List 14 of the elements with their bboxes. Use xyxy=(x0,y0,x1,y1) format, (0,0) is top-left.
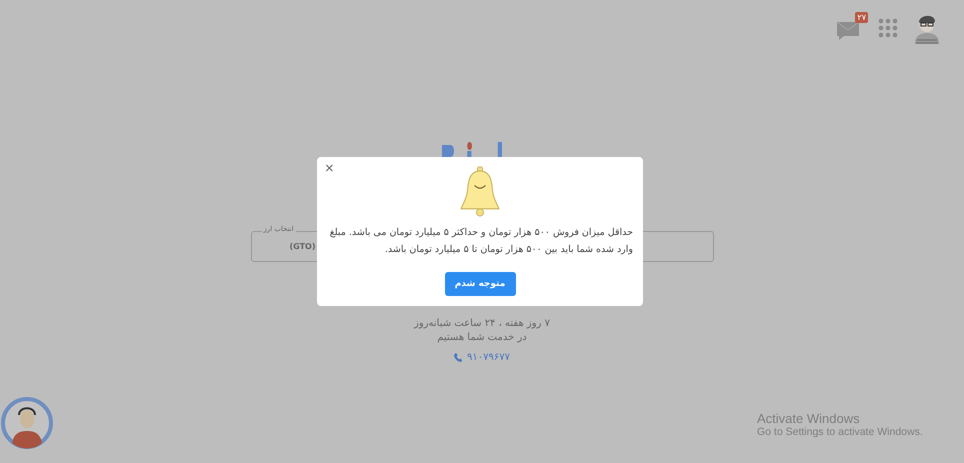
close-button[interactable]: × xyxy=(323,160,336,177)
phone-link[interactable]: ۹۱۰۷۹۶۷۷ xyxy=(454,352,510,363)
activation-title: Activate Windows xyxy=(757,411,861,426)
dialog-message: حداقل میزان فروش ۵۰۰ هزار تومان و حداکثر ۵ میلیارد تومان می باشد. مبلغ وارد شده شما باید بین ۵۰۰ هزار تومان تا ۵ میلیارد تومان باشد. xyxy=(328,226,633,258)
support-text: ۷ روز هفته ، ۲۴ ساعت شبانه‌روز xyxy=(414,318,550,329)
confirm-button[interactable]: متوجه شدم xyxy=(444,272,516,296)
support-text: در خدمت شما هستیم xyxy=(437,332,527,343)
phone-icon xyxy=(454,353,464,362)
apps-grid-icon[interactable] xyxy=(878,18,898,38)
mail-icon[interactable] xyxy=(836,20,862,40)
activation-subtitle: Go to Settings to activate Windows. xyxy=(757,426,923,438)
support-agent-avatar[interactable] xyxy=(1,397,53,449)
message-count-badge: ۲۷ xyxy=(855,12,868,23)
field-value: (GTO) xyxy=(290,242,316,251)
